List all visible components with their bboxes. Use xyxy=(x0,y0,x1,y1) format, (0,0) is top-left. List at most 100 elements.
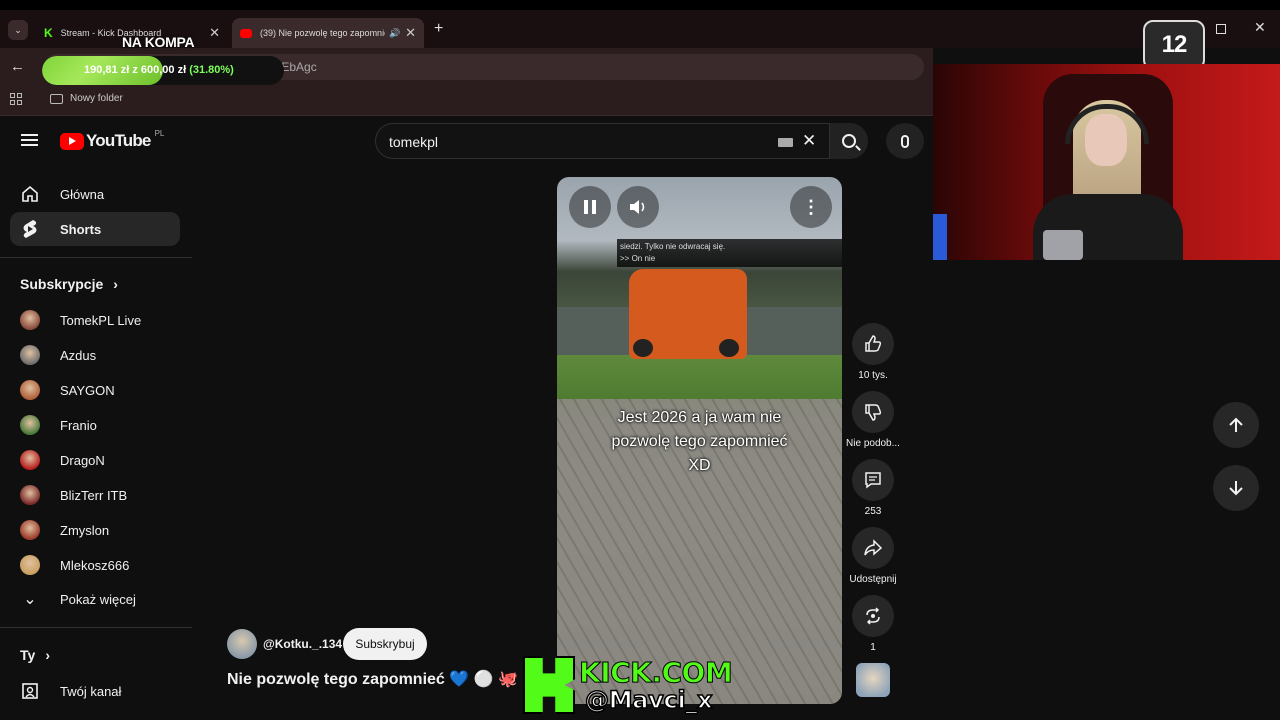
remix-button[interactable] xyxy=(852,595,894,637)
sidebar-subscription-item[interactable]: Azdus xyxy=(10,338,180,372)
pause-button[interactable] xyxy=(569,186,611,228)
sidebar-subscription-item[interactable]: Zmyslon xyxy=(10,513,180,547)
apps-grid-icon[interactable] xyxy=(10,93,22,105)
sidebar-subscription-item[interactable]: Mlekosz666 xyxy=(10,548,180,582)
sidebar-subscription-item[interactable]: SAYGON xyxy=(10,373,180,407)
sound-thumbnail[interactable] xyxy=(856,663,890,697)
close-icon[interactable]: ✕ xyxy=(405,25,416,41)
thumbs-down-icon xyxy=(865,404,882,421)
arrow-up-icon xyxy=(1229,417,1243,432)
sidebar-item-label: Franio xyxy=(60,417,97,433)
orange-van xyxy=(629,269,747,359)
channel-avatar[interactable] xyxy=(227,629,257,659)
more-options-button[interactable]: ⋮ xyxy=(790,186,832,228)
subscriptions-title: Subskrypcje xyxy=(20,276,104,292)
search-bar[interactable]: tomekpl ✕ xyxy=(375,123,830,159)
comments-button[interactable] xyxy=(852,459,894,501)
bookmark-folder[interactable]: Nowy folder xyxy=(50,93,123,104)
grass-strip xyxy=(557,355,842,403)
channel-name[interactable]: @Kotku._.134 xyxy=(263,637,342,651)
channel-avatar-icon xyxy=(20,415,40,435)
youtube-logo[interactable]: YouTube PL xyxy=(60,128,165,151)
sidebar-item-your-channel[interactable]: Twój kanał xyxy=(10,674,180,708)
share-button[interactable] xyxy=(852,527,894,569)
voice-search-button[interactable] xyxy=(886,123,924,159)
sidebar-item-home[interactable]: Główna xyxy=(10,177,180,211)
close-icon[interactable]: ✕ xyxy=(209,25,220,41)
youtube-favicon-icon xyxy=(240,28,252,38)
chevron-down-icon: ⌄ xyxy=(14,24,22,35)
sidebar-subscription-item[interactable]: DragoN xyxy=(10,443,180,477)
volume-button[interactable] xyxy=(617,186,659,228)
clear-search-icon[interactable]: ✕ xyxy=(802,131,816,151)
sidebar-subscription-item[interactable]: TomekPL Live xyxy=(10,303,180,337)
subscribe-label: Subskrybuj xyxy=(355,637,415,651)
kick-domain-text: KICK.COM xyxy=(578,656,733,690)
mug xyxy=(1043,230,1083,260)
you-header[interactable]: Ty › xyxy=(20,647,50,663)
like-button[interactable] xyxy=(852,323,894,365)
next-short-button[interactable] xyxy=(1213,465,1259,511)
previous-short-button[interactable] xyxy=(1213,402,1259,448)
tab-list-button[interactable]: ⌄ xyxy=(8,20,28,40)
chevron-down-icon: ⌄ xyxy=(23,591,37,608)
sidebar-item-label: Zmyslon xyxy=(60,522,110,538)
speaker-icon[interactable]: 🔊 xyxy=(389,28,400,39)
counter-box: 12 xyxy=(1143,20,1205,70)
tab-youtube-short[interactable]: (39) Nie pozwolę tego zapomnieć 🔊 ✕ xyxy=(232,18,424,48)
share-label: Udostępnij xyxy=(849,574,897,585)
dislike-button[interactable] xyxy=(852,391,894,433)
video-caption: Jest 2026 a ja wam nie pozwolę tego zapo… xyxy=(557,406,842,478)
youtube-logo-text: YouTube xyxy=(86,131,151,150)
blue-light xyxy=(933,214,947,260)
subscriptions-header[interactable]: Subskrypcje › xyxy=(20,276,118,292)
channel-avatar-icon xyxy=(20,345,40,365)
home-icon xyxy=(10,185,50,203)
keyboard-icon[interactable] xyxy=(778,138,793,147)
microphone-icon xyxy=(901,134,909,148)
sidebar-item-label: DragoN xyxy=(60,452,105,468)
sidebar-item-label: BlizTerr ITB xyxy=(60,487,128,503)
channel-avatar-icon xyxy=(20,485,40,505)
goal-percent: (31.80%) xyxy=(189,64,234,76)
restore-icon[interactable] xyxy=(1216,24,1226,34)
subtitle-line: siedzi. Tylko nie odwracaj się. xyxy=(620,242,726,251)
short-video-player[interactable]: siedzi. Tylko nie odwracaj się. >> On ni… xyxy=(557,177,842,704)
vertical-dots-icon: ⋮ xyxy=(802,197,820,217)
share-icon xyxy=(864,539,883,556)
thumbs-up-icon xyxy=(865,335,882,352)
new-tab-button[interactable]: + xyxy=(434,20,443,38)
sidebar-item-shorts[interactable]: Shorts xyxy=(10,212,180,246)
donation-goal-bar: 190,81 zł z 600,00 zł (31.80%) xyxy=(42,56,284,85)
channel-avatar-icon xyxy=(20,555,40,575)
sidebar-item-label: TomekPL Live xyxy=(60,312,142,328)
sidebar-item-label: Mlekosz666 xyxy=(60,557,130,573)
subtitle-line: >> On nie xyxy=(620,254,656,263)
comment-icon xyxy=(865,472,881,489)
subscribe-button[interactable]: Subskrybuj xyxy=(343,628,427,660)
search-icon xyxy=(842,134,861,151)
sidebar-divider xyxy=(0,257,192,258)
sidebar-subscription-item[interactable]: BlizTerr ITB xyxy=(10,478,180,512)
country-code: PL xyxy=(154,128,165,138)
kick-icon: K xyxy=(44,26,53,40)
menu-icon[interactable] xyxy=(21,134,38,146)
back-icon[interactable]: ← xyxy=(10,58,25,75)
donation-goal-text: 190,81 zł z 600,00 zł (31.80%) xyxy=(84,64,234,76)
like-count: 10 tys. xyxy=(858,370,888,381)
show-more-button[interactable]: ⌄ Pokaż więcej xyxy=(10,582,180,616)
youtube-play-icon xyxy=(60,132,84,150)
caption-line: Jest 2026 a ja wam nie xyxy=(617,409,782,426)
channel-avatar-icon xyxy=(20,520,40,540)
close-window-icon[interactable]: ✕ xyxy=(1254,19,1266,36)
sidebar-divider xyxy=(0,627,192,628)
remix-icon xyxy=(866,607,880,625)
search-button[interactable] xyxy=(830,123,868,159)
pause-icon xyxy=(584,200,596,214)
sidebar-item-label: Azdus xyxy=(60,347,97,363)
na-kompa-label: NA KOMPA xyxy=(122,34,195,50)
search-input[interactable]: tomekpl xyxy=(389,134,438,150)
sidebar-subscription-item[interactable]: Franio xyxy=(10,408,180,442)
sidebar-item-label: Shorts xyxy=(60,221,102,237)
caption-line: XD xyxy=(688,457,711,474)
